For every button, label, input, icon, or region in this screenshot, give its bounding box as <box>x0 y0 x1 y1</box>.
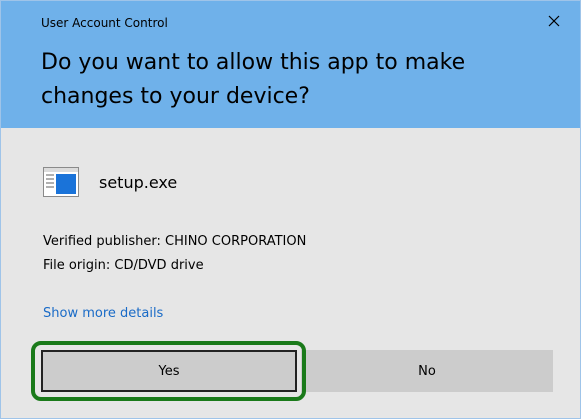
application-window-icon <box>43 167 79 197</box>
permission-question: Do you want to allow this app to make ch… <box>41 50 466 109</box>
yes-button[interactable]: Yes <box>41 350 297 392</box>
close-icon[interactable] <box>546 13 562 29</box>
app-info-row: setup.exe <box>43 164 177 200</box>
uac-dialog: User Account Control Do you want to allo… <box>0 0 581 419</box>
file-origin: File origin: CD/DVD drive <box>43 258 204 273</box>
dialog-title: User Account Control <box>41 16 168 30</box>
no-button[interactable]: No <box>301 350 553 392</box>
app-name: setup.exe <box>99 172 178 192</box>
dialog-header: User Account Control Do you want to allo… <box>1 1 580 128</box>
show-more-details-link[interactable]: Show more details <box>43 306 163 321</box>
yes-button-label: Yes <box>158 363 180 379</box>
verified-publisher: Verified publisher: CHINO CORPORATION <box>43 234 307 249</box>
no-button-label: No <box>418 363 436 379</box>
close-glyph <box>548 15 560 27</box>
